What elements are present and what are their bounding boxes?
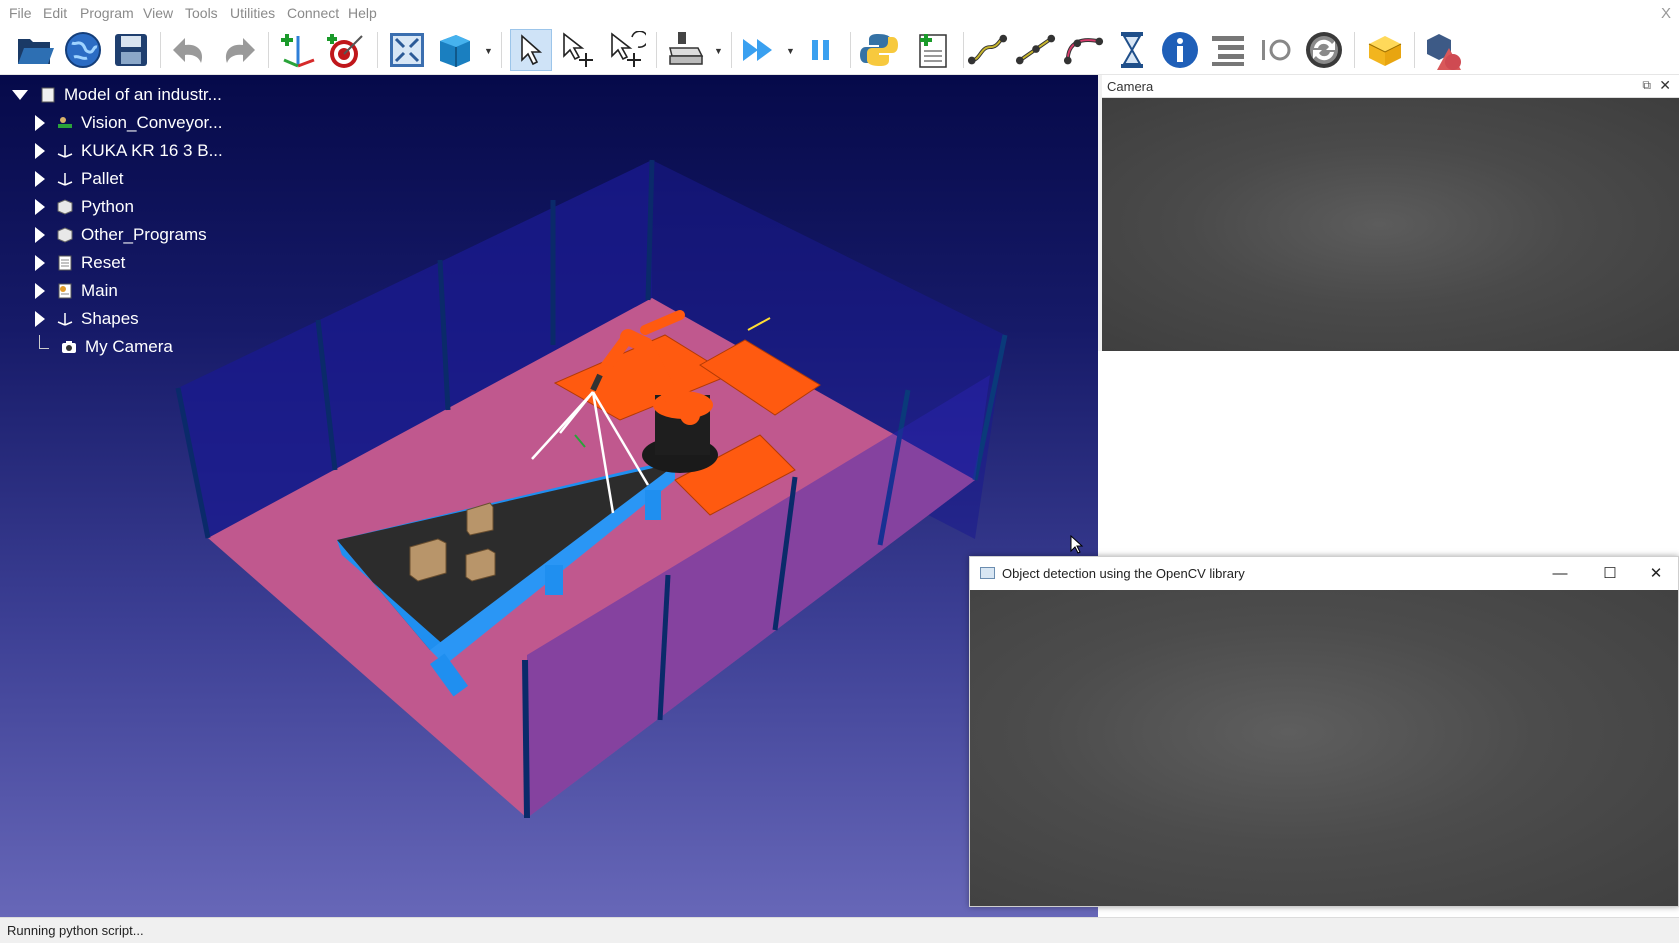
save-icon[interactable] [110,29,152,71]
view-cube-icon[interactable] [434,29,476,71]
undo-icon[interactable] [169,29,211,71]
tree-item-label: Main [81,281,118,300]
tree-item-robot[interactable]: KUKA KR 16 3 B... [35,138,223,164]
station-scene [175,159,1008,819]
camera-panel-header: Camera ⧉ ✕ [1102,75,1679,98]
menu-tools[interactable]: Tools [185,5,218,21]
open-icon[interactable] [14,29,56,71]
opencv-window: Object detection using the OpenCV librar… [969,556,1679,907]
add-program-icon[interactable] [912,29,954,71]
add-frame-icon[interactable] [277,29,319,71]
menu-utilities[interactable]: Utilities [230,5,275,21]
info-icon[interactable] [1159,29,1201,71]
expand-arrow-icon[interactable] [35,227,45,243]
tree-item-label: Vision_Conveyor... [81,113,223,132]
camera-panel-title: Camera [1107,79,1154,94]
tree-item-main[interactable]: Main [35,278,118,304]
python-icon[interactable] [858,29,900,71]
menu-edit[interactable]: Edit [43,5,67,21]
close-button[interactable]: ✕ [1636,561,1676,585]
move-joint-icon[interactable] [967,29,1009,71]
status-text: Running python script... [7,923,144,938]
pause-timer-icon[interactable] [1111,29,1153,71]
tree-item-other-programs[interactable]: Other_Programs [35,222,207,248]
tree-item-reset[interactable]: Reset [35,250,125,276]
select-icon[interactable] [510,29,552,71]
program-icon [57,283,73,299]
tree-item-shapes[interactable]: Shapes [35,306,139,332]
tree-item-label: KUKA KR 16 3 B... [81,141,223,160]
tree-connector [39,335,49,349]
app-close-button[interactable]: X [1661,5,1671,22]
folder-icon [57,227,73,243]
frame-icon [57,171,73,187]
opencv-image-view [970,590,1678,906]
redo-icon[interactable] [217,29,259,71]
station-icon [40,87,56,103]
add-target-icon[interactable] [325,29,367,71]
mouse-cursor-icon [1070,535,1084,554]
tree-item-my-camera[interactable]: My Camera [35,334,173,360]
move-linear-icon[interactable] [1015,29,1057,71]
toolbar: ▼ ▼ ▼ [0,26,1679,75]
tree-item-label: Other_Programs [81,225,207,244]
program-icon [57,255,73,271]
float-panel-button[interactable]: ⧉ [1642,78,1651,93]
io-icon[interactable] [1255,29,1297,71]
window-app-icon [980,567,995,579]
menu-bar: File Edit Program View Tools Utilities C… [0,0,1679,26]
select-move-icon[interactable] [558,29,600,71]
globe-icon[interactable] [62,29,104,71]
tree-item-label: Pallet [81,169,124,188]
pause-icon[interactable] [800,29,842,71]
expand-arrow-icon[interactable] [35,171,45,187]
tree-item-label: Shapes [81,309,139,328]
minimize-button[interactable]: — [1540,561,1580,585]
run-icon[interactable] [738,29,780,71]
tool-icon[interactable] [665,29,707,71]
opencv-window-title: Object detection using the OpenCV librar… [1002,566,1245,581]
expand-arrow-icon[interactable] [35,283,45,299]
tree-item-label: Reset [81,253,126,272]
tree-item-pallet[interactable]: Pallet [35,166,124,192]
maximize-button[interactable]: ☐ [1590,561,1630,585]
3d-viewport[interactable]: Model of an industr... Vision_Conveyor..… [0,75,1098,917]
camera-view [1102,98,1679,351]
tree-root[interactable]: Model of an industr... [12,82,222,108]
program-list-icon[interactable] [1207,29,1249,71]
conveyor-icon [57,115,73,131]
expand-arrow-icon[interactable] [35,199,45,215]
fit-all-icon[interactable] [386,29,428,71]
tree-item-label: My Camera [85,337,173,356]
collapse-arrow-icon[interactable] [12,90,28,100]
menu-file[interactable]: File [9,5,32,21]
select-rotate-icon[interactable] [606,29,648,71]
move-circular-icon[interactable] [1063,29,1105,71]
camera-icon [61,339,77,355]
package-icon[interactable] [1364,29,1406,71]
menu-connect[interactable]: Connect [287,5,339,21]
opencv-titlebar[interactable]: Object detection using the OpenCV librar… [970,557,1678,590]
expand-arrow-icon[interactable] [35,143,45,159]
frame-icon [57,311,73,327]
tree-item-label: Python [81,197,134,216]
menu-help[interactable]: Help [348,5,377,21]
menu-view[interactable]: View [143,5,173,21]
menu-program[interactable]: Program [80,5,134,21]
robot-frame-icon [57,143,73,159]
close-panel-button[interactable]: ✕ [1659,77,1671,94]
status-bar: Running python script... [0,917,1679,943]
tree-item-python[interactable]: Python [35,194,134,220]
dock-empty-area [1098,351,1679,557]
folder-icon [57,199,73,215]
shapes-icon[interactable] [1423,29,1465,71]
tree-root-label: Model of an industr... [64,85,222,104]
tree-item-vision-conveyor[interactable]: Vision_Conveyor... [35,110,222,136]
expand-arrow-icon[interactable] [35,115,45,131]
expand-arrow-icon[interactable] [35,311,45,327]
expand-arrow-icon[interactable] [35,255,45,271]
sync-icon[interactable] [1303,29,1345,71]
